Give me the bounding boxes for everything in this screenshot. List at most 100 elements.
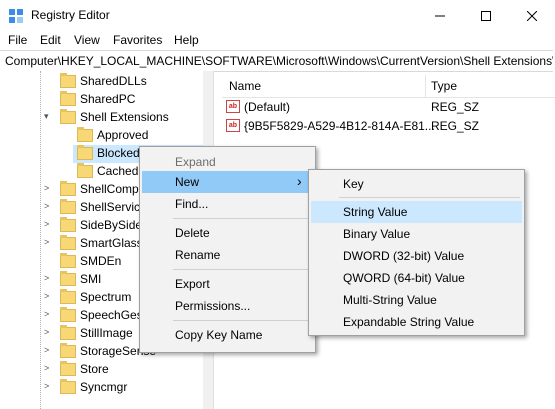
folder-icon bbox=[60, 253, 76, 268]
menu-item-find[interactable]: Find... bbox=[142, 193, 313, 215]
menu-item-copy-key-name[interactable]: Copy Key Name bbox=[142, 324, 313, 346]
menu-item-rename[interactable]: Rename bbox=[142, 244, 313, 266]
folder-icon bbox=[60, 343, 76, 358]
window-title: Registry Editor bbox=[31, 8, 110, 22]
tree-item-label: Blocked bbox=[97, 146, 140, 160]
list-row[interactable]: ab (Default) REG_SZ bbox=[226, 99, 546, 117]
value-type: REG_SZ bbox=[431, 100, 480, 114]
folder-icon bbox=[60, 73, 76, 88]
folder-icon bbox=[60, 361, 76, 376]
menu-help[interactable]: Help bbox=[174, 33, 199, 47]
tree-item-label: SideBySide bbox=[80, 218, 143, 232]
tree-item-label: Cached bbox=[97, 164, 139, 178]
registry-editor-icon bbox=[8, 8, 24, 24]
menu-view[interactable]: View bbox=[74, 33, 100, 47]
maximize-button[interactable] bbox=[463, 0, 509, 31]
menu-separator bbox=[173, 320, 311, 321]
submenu-item-key[interactable]: Key bbox=[311, 173, 522, 195]
minimize-button[interactable] bbox=[417, 0, 463, 31]
expand-chevron-icon[interactable]: > bbox=[44, 237, 54, 247]
tree-item-label: Store bbox=[80, 362, 109, 376]
folder-icon bbox=[60, 289, 76, 304]
tree-item-sharedpc[interactable]: SharedPC bbox=[56, 91, 206, 109]
folder-icon bbox=[60, 109, 76, 124]
menu-file[interactable]: File bbox=[8, 33, 27, 47]
folder-icon bbox=[60, 379, 76, 394]
tree-item-shareddlls[interactable]: SharedDLLs bbox=[56, 73, 206, 91]
tree-item-label: SharedPC bbox=[80, 92, 136, 106]
folder-icon bbox=[60, 199, 76, 214]
expand-chevron-icon[interactable]: > bbox=[44, 201, 54, 211]
tree-item-label: Spectrum bbox=[80, 290, 132, 304]
submenu-item-binary-value[interactable]: Binary Value bbox=[311, 223, 522, 245]
minimize-icon bbox=[435, 15, 445, 16]
menu-separator bbox=[339, 197, 520, 198]
expand-chevron-icon[interactable]: > bbox=[44, 309, 54, 319]
value-name: {9B5F5829-A529-4B12-814A-E81... bbox=[244, 119, 435, 133]
submenu-item-expandable-string-value[interactable]: Expandable String Value bbox=[311, 311, 522, 333]
expand-chevron-icon[interactable]: > bbox=[44, 327, 54, 337]
folder-icon bbox=[77, 163, 93, 178]
tree-item-label: SpeechGest bbox=[80, 308, 147, 322]
string-value-icon: ab bbox=[226, 100, 240, 113]
tree-guide-line bbox=[40, 71, 42, 409]
menu-separator bbox=[173, 269, 311, 270]
folder-icon bbox=[60, 235, 76, 250]
folder-icon bbox=[60, 307, 76, 322]
folder-icon bbox=[60, 217, 76, 232]
folder-icon bbox=[60, 271, 76, 286]
column-name-header[interactable]: Name bbox=[229, 79, 261, 93]
tree-item-store[interactable]: > Store bbox=[44, 361, 206, 379]
menu-item-expand[interactable]: Expand bbox=[142, 151, 313, 173]
address-bar[interactable]: Computer\HKEY_LOCAL_MACHINE\SOFTWARE\Mic… bbox=[0, 50, 553, 72]
folder-icon bbox=[77, 145, 93, 160]
value-type: REG_SZ bbox=[431, 119, 480, 133]
tree-item-label: ShellComp bbox=[80, 182, 139, 196]
expand-chevron-icon[interactable]: > bbox=[44, 219, 54, 229]
list-row[interactable]: ab {9B5F5829-A529-4B12-814A-E81... REG_S… bbox=[226, 118, 546, 136]
collapse-chevron-icon[interactable]: ▾ bbox=[44, 111, 54, 122]
folder-icon bbox=[60, 91, 76, 106]
tree-item-label: SMI bbox=[80, 272, 102, 286]
address-path: Computer\HKEY_LOCAL_MACHINE\SOFTWARE\Mic… bbox=[5, 54, 553, 68]
menu-favorites[interactable]: Favorites bbox=[113, 33, 162, 47]
folder-icon bbox=[60, 325, 76, 340]
expand-chevron-icon[interactable]: > bbox=[44, 345, 54, 355]
maximize-icon bbox=[481, 10, 491, 21]
expand-chevron-icon[interactable]: > bbox=[44, 273, 54, 283]
tree-item-shell-extensions[interactable]: ▾ Shell Extensions bbox=[44, 109, 206, 127]
submenu-item-qword-value[interactable]: QWORD (64-bit) Value bbox=[311, 267, 522, 289]
new-submenu: Key String Value Binary Value DWORD (32-… bbox=[308, 169, 525, 336]
tree-item-label: SharedDLLs bbox=[80, 74, 147, 88]
tree-item-label: ShellService bbox=[80, 200, 147, 214]
submenu-item-string-value[interactable]: String Value bbox=[311, 201, 522, 223]
expand-chevron-icon[interactable]: > bbox=[44, 363, 54, 373]
column-divider[interactable] bbox=[425, 75, 426, 97]
menu-item-export[interactable]: Export bbox=[142, 273, 313, 295]
close-icon bbox=[527, 10, 537, 21]
submenu-arrow-icon: › bbox=[297, 173, 302, 189]
menu-item-delete[interactable]: Delete bbox=[142, 222, 313, 244]
submenu-item-dword-value[interactable]: DWORD (32-bit) Value bbox=[311, 245, 522, 267]
context-menu: Expand New › Find... Delete Rename Expor… bbox=[139, 146, 316, 353]
tree-item-label: StillImage bbox=[80, 326, 133, 340]
expand-chevron-icon[interactable]: > bbox=[44, 183, 54, 193]
expand-chevron-icon[interactable]: > bbox=[44, 291, 54, 301]
tree-item-label: Approved bbox=[97, 128, 149, 142]
column-type-header[interactable]: Type bbox=[431, 79, 457, 93]
list-header: Name Type bbox=[222, 75, 555, 98]
string-value-icon: ab bbox=[226, 119, 240, 132]
tree-item-approved[interactable]: Approved bbox=[73, 127, 213, 145]
menu-separator bbox=[173, 218, 311, 219]
tree-item-syncmgr[interactable]: > Syncmgr bbox=[44, 379, 206, 397]
tree-item-label: Syncmgr bbox=[80, 380, 128, 394]
menu-item-new[interactable]: New › bbox=[142, 171, 313, 193]
folder-icon bbox=[77, 127, 93, 142]
menu-item-permissions[interactable]: Permissions... bbox=[142, 295, 313, 317]
menu-edit[interactable]: Edit bbox=[40, 33, 61, 47]
tree-item-label: SmartGlass bbox=[80, 236, 143, 250]
tree-item-label: Shell Extensions bbox=[80, 110, 169, 124]
expand-chevron-icon[interactable]: > bbox=[44, 381, 54, 391]
submenu-item-multi-string-value[interactable]: Multi-String Value bbox=[311, 289, 522, 311]
close-button[interactable] bbox=[509, 0, 555, 31]
